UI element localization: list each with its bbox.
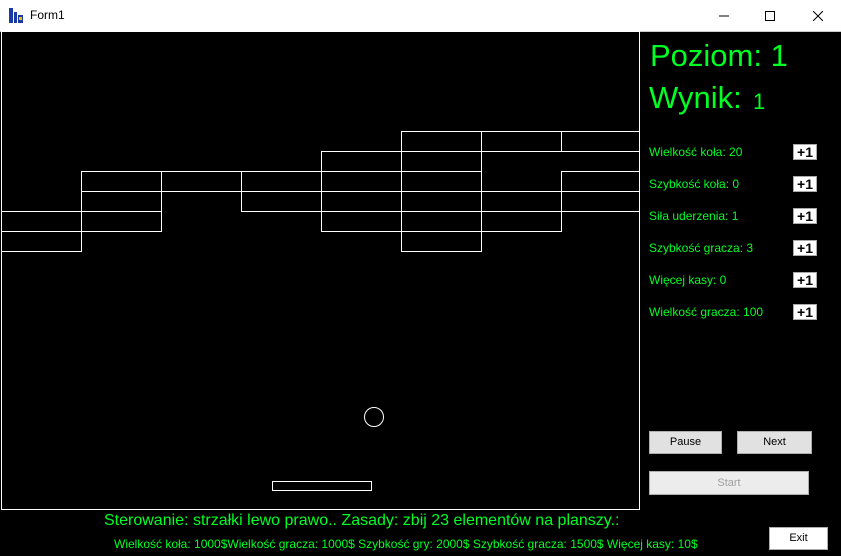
brick (561, 171, 639, 192)
title-bar: Form1 (0, 0, 841, 32)
stat-ball-speed: Szybkość koła: 0 (649, 177, 740, 191)
maximize-icon (765, 10, 775, 21)
brick (81, 211, 162, 232)
brick (401, 211, 482, 232)
minimize-icon (719, 15, 729, 16)
brick (321, 211, 402, 232)
brick (2, 211, 82, 232)
window-title: Form1 (30, 8, 65, 22)
upgrade-ball-size-button[interactable]: +1 (793, 144, 817, 160)
stat-player-size: Wielkość gracza: 100 (649, 305, 764, 319)
brick (401, 191, 482, 212)
brick (241, 191, 322, 212)
brick (401, 171, 482, 192)
brick (561, 191, 639, 212)
next-button[interactable]: Next (737, 431, 812, 454)
level-display: Poziom: 1 (650, 38, 788, 74)
upgrade-ball-speed-button[interactable]: +1 (793, 176, 817, 192)
score-label: Wynik: (649, 80, 742, 115)
upgrade-hit-power-button[interactable]: +1 (793, 208, 817, 224)
brick (81, 191, 162, 212)
pause-button[interactable]: Pause (649, 431, 722, 454)
stat-player-speed: Szybkość gracza: 3 (649, 241, 754, 255)
level-label: Poziom: (650, 38, 762, 73)
upgrade-player-speed-button[interactable]: +1 (793, 240, 817, 256)
brick (401, 151, 482, 172)
upgrade-player-size-button[interactable]: +1 (793, 304, 817, 320)
stat-hit-power: Siła uderzenia: 1 (649, 209, 739, 223)
score-value: 1 (753, 89, 766, 114)
brick (401, 231, 482, 252)
brick (481, 131, 562, 152)
stat-more-cash: Więcej kasy: 0 (649, 273, 727, 287)
brick (81, 171, 162, 192)
minimize-button[interactable] (701, 0, 747, 31)
brick (481, 211, 562, 232)
brick (321, 171, 402, 192)
upgrade-prices: Wielkość koła: 1000$Wielkość gracza: 100… (114, 537, 698, 551)
maximize-button[interactable] (747, 0, 793, 31)
level-value: 1 (770, 38, 788, 73)
start-button[interactable]: Start (649, 471, 809, 495)
brick (561, 131, 639, 152)
brick (481, 191, 562, 212)
stat-ball-size: Wielkość koła: 20 (649, 145, 743, 159)
upgrade-more-cash-button[interactable]: +1 (793, 272, 817, 288)
app-icon (9, 8, 23, 23)
brick (2, 231, 82, 252)
controls-instructions: Sterowanie: strzałki lewo prawo.. Zasady… (104, 512, 620, 529)
close-icon (813, 10, 823, 21)
ball (364, 407, 384, 427)
brick (401, 131, 482, 152)
player-paddle[interactable] (272, 481, 372, 491)
brick (321, 191, 402, 212)
brick (321, 151, 402, 172)
exit-button[interactable]: Exit (769, 527, 828, 550)
brick (161, 171, 242, 192)
brick (241, 171, 322, 192)
close-button[interactable] (795, 0, 841, 31)
game-board[interactable] (1, 31, 640, 510)
